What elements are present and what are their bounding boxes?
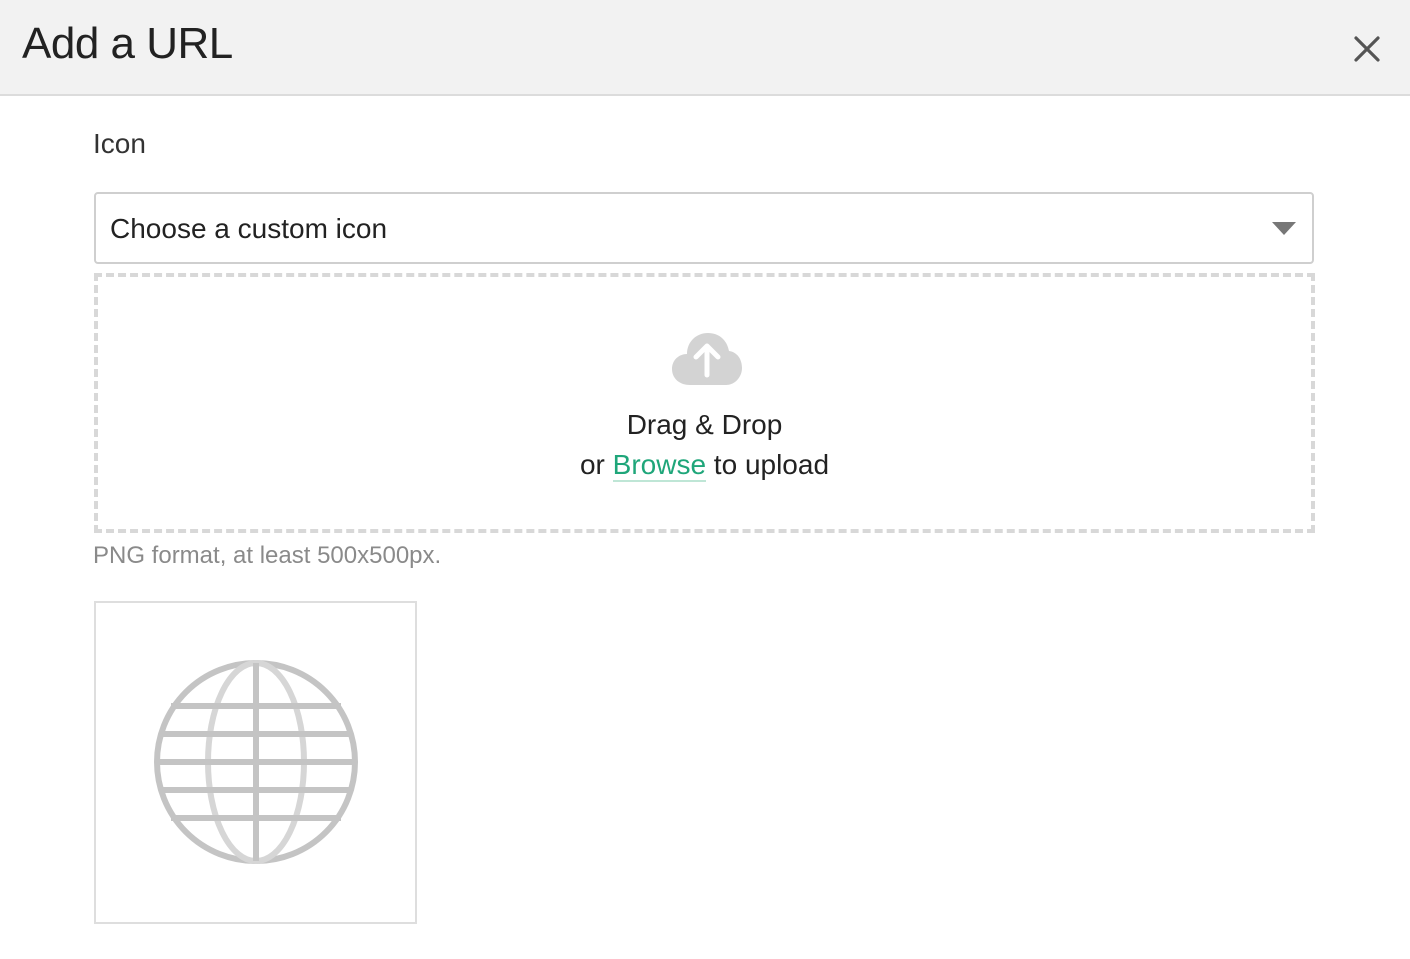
dialog-header: Add a URL: [0, 0, 1410, 96]
upload-dropzone[interactable]: Drag & Drop or Browse to upload: [94, 273, 1315, 533]
add-url-dialog: Add a URL Icon Choose a custom icon Drag…: [0, 0, 1410, 959]
close-icon: [1354, 36, 1380, 62]
icon-field-label: Icon: [93, 128, 146, 159]
icon-select-value: Choose a custom icon: [110, 213, 388, 244]
dropzone-suffix-text: to upload: [706, 449, 830, 480]
dropzone-prefix-text: or: [579, 449, 613, 480]
globe-icon: [154, 660, 358, 864]
icon-help-text: PNG format, at least 500x500px.: [93, 542, 442, 569]
dropzone-drag-drop-text: Drag & Drop: [626, 409, 783, 440]
dialog-title: Add a URL: [22, 19, 233, 68]
icon-select[interactable]: Choose a custom icon: [94, 192, 1314, 264]
caret-down-icon: [1272, 222, 1296, 235]
dropzone-browse-text: or Browse to upload: [98, 447, 1311, 483]
icon-preview: [94, 601, 417, 924]
browse-link[interactable]: Browse: [612, 449, 707, 482]
close-button[interactable]: [1346, 28, 1388, 70]
cloud-upload-icon: [672, 333, 742, 385]
